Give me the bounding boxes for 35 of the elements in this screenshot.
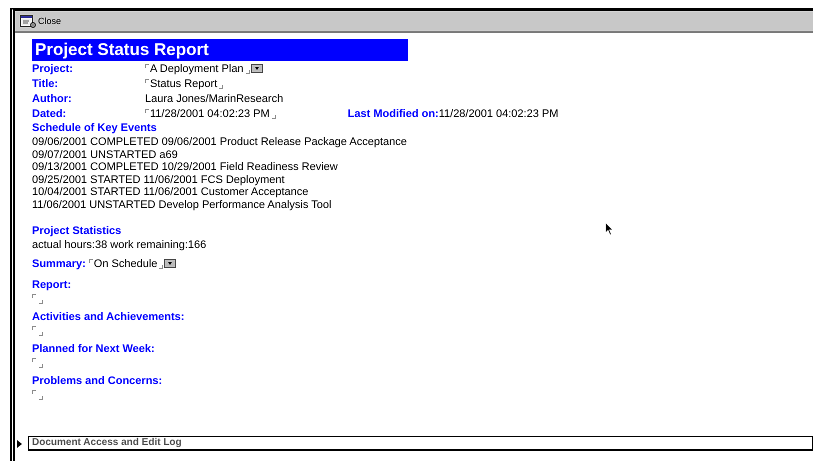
close-button[interactable]: Close [18, 14, 64, 28]
field-label: Author: [32, 92, 73, 104]
field-label: Summary: [32, 258, 86, 270]
section-heading: Schedule of Key Events [32, 122, 157, 136]
expand-icon[interactable] [17, 440, 22, 448]
field-label: Project: [32, 62, 74, 74]
form-title: Project Status Report [32, 39, 408, 61]
dropdown-field[interactable]: A Deployment Plan [145, 62, 263, 74]
event-line: 10/04/2001 STARTED 11/06/2001 Customer Acceptance [32, 186, 310, 199]
empty-text-field[interactable] [32, 292, 44, 305]
field-label: Title: [32, 78, 60, 90]
empty-text-field[interactable] [32, 356, 44, 369]
field-label: Last Modified on: [348, 108, 439, 120]
mouse-pointer-icon [605, 222, 614, 236]
empty-text-field[interactable] [32, 324, 44, 337]
section-heading: Project Statistics [32, 224, 122, 239]
section-heading: Activities and Achievements: [32, 310, 184, 325]
section-title[interactable]: Document Access and Edit Log [28, 436, 813, 451]
section-heading: Problems and Concerns: [32, 374, 162, 389]
section-heading: Planned for Next Week: [32, 342, 155, 357]
field-value: Laura Jones/MarinResearch [145, 92, 284, 104]
event-line: 09/06/2001 COMPLETED 09/06/2001 Product Release Package Acceptance [32, 136, 408, 149]
section-heading: Report: [32, 278, 72, 293]
event-line: 09/13/2001 COMPLETED 10/29/2001 Field Readiness Review [32, 161, 339, 174]
event-line: 11/06/2001 UNSTARTED Develop Performance Analysis Tool [32, 198, 332, 212]
statistics-text: actual hours:38 work remaining:166 [32, 238, 208, 252]
field-value: 11/28/2001 04:02:23 PM [438, 108, 558, 120]
dropdown-field[interactable]: On Schedule [88, 258, 176, 270]
field-label: Dated: [32, 108, 68, 120]
empty-text-field[interactable] [32, 388, 44, 401]
text-field[interactable]: 11/28/2001 04:02:23 PM [145, 108, 276, 120]
event-line: 09/07/2001 UNSTARTED a69 [32, 148, 179, 162]
event-line: 09/25/2001 STARTED 11/06/2001 FCS Deployment [32, 174, 286, 186]
text-field[interactable]: Status Report [145, 78, 224, 90]
window-icon[interactable] [20, 14, 36, 28]
